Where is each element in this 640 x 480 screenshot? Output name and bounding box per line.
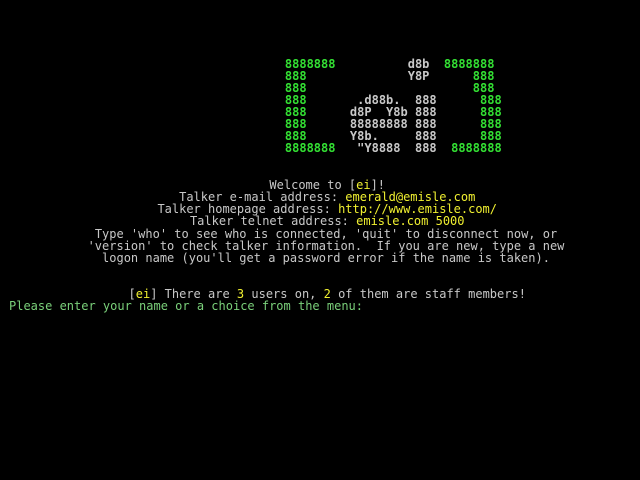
telnet-label: Talker telnet address: <box>189 214 357 228</box>
welcome-line: Welcome to [ei]! <box>0 167 640 191</box>
telnet-value: emisle.com 5000 <box>356 214 465 228</box>
logo-grey: "Y8888 <box>335 141 415 155</box>
logo-green-right: 8888888 <box>436 141 502 155</box>
telnet-line: Talker telnet address: emisle.com 5000 <box>0 203 640 227</box>
logo-row: 8888888 d8b 8888888 <box>256 46 496 70</box>
logo-green-left: 8888888 <box>284 141 336 155</box>
logo-row: 888 888 <box>256 70 496 94</box>
logo-row: 888 d8P Y8b 888 888 <box>256 94 502 118</box>
logo-row: 888 Y8P 888 <box>256 58 496 82</box>
logo-grey-i: 888 <box>414 141 437 155</box>
logo-row: 8888888 "Y8888 888 8888888 <box>256 130 502 154</box>
logo-row: 888 .d88b. 888 888 <box>256 82 502 106</box>
status-line: [ei] There are 3 users on, 2 of them are… <box>0 276 640 300</box>
logo-row: 888 88888888 888 888 <box>256 106 502 130</box>
homepage-line: Talker homepage address: http://www.emis… <box>0 191 640 215</box>
instructions-line-3: logon name (you'll get a password error … <box>102 251 550 265</box>
email-line: Talker e-mail address: emerald@emisle.co… <box>0 179 640 203</box>
logo-row: 888 Y8b. 888 888 <box>256 118 502 142</box>
login-prompt[interactable]: Please enter your name or a choice from … <box>9 300 629 312</box>
